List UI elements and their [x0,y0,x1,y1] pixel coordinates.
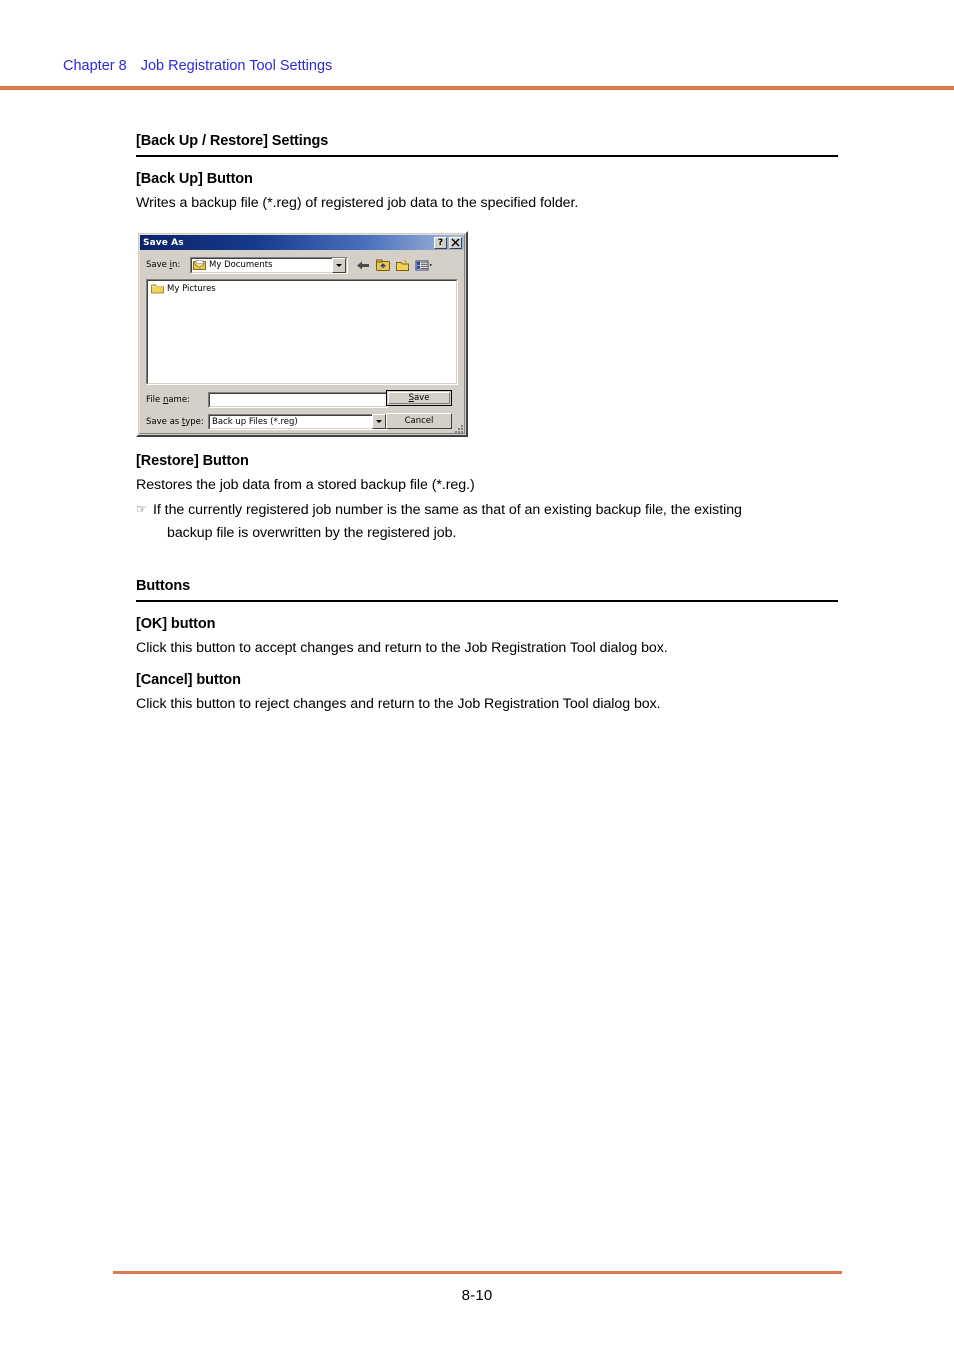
save-in-label: Save in: [146,260,181,270]
note-line-2: backup file is overwritten by the regist… [167,525,457,542]
cancel-button[interactable]: Cancel [386,413,452,429]
create-new-folder-icon[interactable] [395,258,411,273]
block-restore-button: [Restore] Button Restores the job data f… [136,453,838,545]
pointing-hand-icon: ☞ [136,502,147,517]
input-bevel [209,392,387,407]
breadcrumb-title: Job Registration Tool Settings [140,58,333,74]
header-rule [0,86,954,90]
dialog-title: Save As [143,237,184,248]
back-arrow-icon[interactable] [355,258,371,273]
paragraph: Writes a backup file (*.reg) of register… [136,195,579,211]
subheading: [OK] button [136,616,216,632]
up-one-level-icon[interactable] [375,258,391,273]
chevron-down-icon[interactable] [332,257,346,273]
save-in-row: Save in: My Documents [146,256,458,274]
subheading: [Restore] Button [136,453,249,469]
save-in-combobox[interactable]: My Documents [190,256,348,274]
note: ☞ If the currently registered job number… [136,499,838,545]
breadcrumb-chapter: Chapter 8 [63,58,127,74]
section-heading-rule [136,600,838,603]
subheading: [Cancel] button [136,672,241,688]
block-cancel-button: [Cancel] button Click this button to rej… [136,672,838,711]
close-icon[interactable] [449,236,462,249]
chevron-down-icon[interactable] [372,414,386,429]
save-button-face: Save [388,392,450,404]
file-list[interactable]: My Pictures [146,279,458,385]
section-heading: Buttons [136,578,191,594]
section-heading-rule [136,155,838,158]
note-text: If the currently registered job number i… [153,499,838,545]
save-as-type-value: Back up Files (*.reg) [212,416,298,427]
section-heading: [Back Up / Restore] Settings [136,133,329,149]
dialog-titlebar: Save As ? [140,235,464,250]
file-name-label: File name: [146,394,190,405]
subheading: [Back Up] Button [136,171,253,187]
footer-rule [113,1271,842,1274]
my-documents-icon [193,259,206,271]
block-back-up-button: [Back Up] Button Writes a backup file (*… [136,171,838,210]
block-ok-button: [OK] button Click this button to accept … [136,616,838,655]
paragraph: Click this button to accept changes and … [136,640,668,656]
list-item-label: My Pictures [167,283,216,294]
paragraph: Click this button to reject changes and … [136,696,661,712]
list-item[interactable]: My Pictures [151,283,216,294]
save-as-type-label: Save as type: [146,416,204,427]
help-icon[interactable]: ? [434,236,447,249]
page-header: Chapter 8 Job Registration Tool Settings [0,0,954,92]
folder-icon [151,283,164,294]
section-backup-restore: [Back Up / Restore] Settings [136,133,838,158]
dialog-toolbar [355,258,432,273]
page-number: 8-10 [461,1287,493,1304]
resize-grip-icon[interactable] [454,424,464,434]
file-name-input[interactable] [208,391,388,408]
save-button[interactable]: Save [386,390,452,406]
titlebar-buttons: ? [434,236,464,249]
file-list-bevel [147,280,457,384]
note-line-1: If the currently registered job number i… [153,502,742,519]
breadcrumb: Chapter 8 Job Registration Tool Settings [63,58,332,74]
views-icon[interactable] [415,258,432,273]
section-buttons: Buttons [136,578,838,603]
paragraph: Restores the job data from a stored back… [136,477,475,493]
save-as-dialog-figure: Save As ? Save in: My Documents My Pictu… [136,231,468,437]
save-in-value: My Documents [209,260,273,270]
save-as-type-combobox[interactable]: Back up Files (*.reg) [208,413,388,430]
